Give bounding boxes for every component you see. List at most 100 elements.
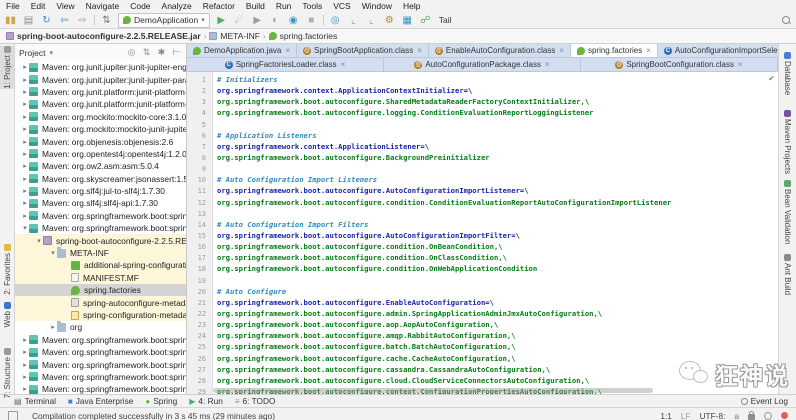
tree-chevron-icon[interactable]: ▸ — [21, 150, 29, 158]
tree-item-maven-org-springframework-boot-spring[interactable]: ▸Maven: org.springframework.boot:spring — [15, 334, 186, 346]
tree-item-spring-autoconfigure-metadat[interactable]: spring-autoconfigure-metadat — [15, 296, 186, 308]
open-folder-icon[interactable]: ▮▮ — [4, 14, 17, 27]
breadcrumb-item[interactable]: spring.factories — [269, 31, 338, 41]
attach-process-button[interactable]: ◉ — [287, 14, 300, 27]
chevron-down-icon[interactable]: ▾ — [49, 49, 53, 57]
tree-item-maven-org-springframework-boot-spring[interactable]: ▸Maven: org.springframework.boot:spring — [15, 210, 186, 222]
tree-item-maven-org-springframework-boot-spring[interactable]: ▸Maven: org.springframework.boot:spring — [15, 358, 186, 370]
project-panel-title[interactable]: Project — [19, 48, 45, 58]
notification-dot-icon[interactable] — [781, 412, 788, 419]
close-icon[interactable]: × — [285, 46, 290, 55]
tree-item-maven-org-skyscreamer-jsonassert-1-5-0[interactable]: ▸Maven: org.skyscreamer:jsonassert:1.5.0 — [15, 173, 186, 185]
readonly-lock-icon[interactable] — [748, 414, 755, 420]
tree-chevron-icon[interactable]: ▸ — [21, 76, 29, 84]
close-icon[interactable]: × — [545, 60, 550, 69]
tree-item-maven-org-slf4j-slf4j-api-1-7-30[interactable]: ▸Maven: org.slf4j:slf4j-api:1.7.30 — [15, 197, 186, 209]
event-log-button[interactable]: Event Log — [741, 396, 788, 406]
line-separator[interactable]: LF — [681, 411, 691, 420]
build-artifact-icon[interactable]: ⌞ — [347, 14, 360, 27]
menu-vcs[interactable]: VCS — [333, 1, 350, 11]
tool-window-button-7-structure[interactable]: 7: Structure — [0, 348, 14, 398]
tree-item-spring-configuration-metadata[interactable]: spring-configuration-metadata — [15, 309, 186, 321]
coverage-icon[interactable]: ◎ — [329, 14, 342, 27]
tool-window-button-2-favorites[interactable]: 2: Favorites — [0, 244, 14, 295]
editor-tab-autoconfigurationpackage-class[interactable]: @AutoConfigurationPackage.class× — [384, 58, 581, 71]
tree-chevron-icon[interactable]: ▾ — [35, 237, 43, 245]
tool-window-button-spring[interactable]: ●Spring — [145, 396, 177, 406]
tree-item-maven-org-junit-jupiter-junit-jupiter-pa[interactable]: ▸Maven: org.junit.jupiter:junit-jupiter-… — [15, 73, 186, 85]
tree-item-maven-org-objenesis-objenesis-2-6[interactable]: ▸Maven: org.objenesis:objenesis:2.6 — [15, 135, 186, 147]
tree-item-maven-org-junit-platform-junit-platform-[interactable]: ▸Maven: org.junit.platform:junit-platfor… — [15, 98, 186, 110]
editor[interactable]: 1# Initializers2org.springframework.cont… — [187, 72, 778, 394]
forward-icon[interactable]: ⇨ — [76, 14, 89, 27]
menu-build[interactable]: Build — [246, 1, 265, 11]
collapse-all-icon[interactable]: ⇅ — [141, 47, 152, 58]
tree-item-maven-org-mockito-mockito-core-3-1-0[interactable]: ▸Maven: org.mockito:mockito-core:3.1.0 — [15, 111, 186, 123]
tree-item-maven-org-junit-platform-junit-platform-[interactable]: ▸Maven: org.junit.platform:junit-platfor… — [15, 86, 186, 98]
menu-view[interactable]: View — [56, 1, 74, 11]
line-number[interactable]: 18 — [187, 264, 213, 275]
tool-window-button-database[interactable]: Database — [779, 52, 796, 95]
tree-item-org[interactable]: ▸org — [15, 321, 186, 333]
tree-chevron-icon[interactable]: ▸ — [21, 113, 29, 121]
profiler-button[interactable]: ◐ — [269, 14, 282, 27]
tree-item-maven-org-mockito-mockito-junit-jupite[interactable]: ▸Maven: org.mockito:mockito-junit-jupite — [15, 123, 186, 135]
sort-icon[interactable]: ⇅ — [100, 14, 113, 27]
tool-window-button-1-project[interactable]: 1: Project — [0, 46, 14, 89]
editor-tab-enableautoconfiguration-class[interactable]: @EnableAutoConfiguration.class× — [429, 44, 571, 57]
tool-window-button-ant-build[interactable]: Ant Build — [779, 254, 796, 295]
debug-button[interactable]: ☄ — [233, 14, 246, 27]
tool-window-button-4-run[interactable]: ▶4: Run — [189, 396, 223, 406]
close-icon[interactable]: × — [559, 46, 564, 55]
caret-position[interactable]: 1:1 — [660, 411, 672, 420]
locate-file-icon[interactable]: ◎ — [126, 47, 137, 58]
menu-help[interactable]: Help — [403, 1, 420, 11]
horizontal-scrollbar[interactable] — [213, 388, 653, 393]
save-icon[interactable]: ▤ — [22, 14, 35, 27]
close-icon[interactable]: × — [417, 46, 422, 55]
tree-item-maven-org-springframework-boot-spring[interactable]: ▸Maven: org.springframework.boot:spring — [15, 383, 186, 394]
line-number[interactable]: 29 — [187, 387, 213, 394]
tree-chevron-icon[interactable]: ▸ — [21, 361, 29, 369]
tree-item-manifest-mf[interactable]: MANIFEST.MF — [15, 272, 186, 284]
tree-chevron-icon[interactable]: ▸ — [21, 138, 29, 146]
editor-tab-springfactoriesloader-class[interactable]: CSpringFactoriesLoader.class× — [187, 58, 384, 71]
tool-window-button-web[interactable]: Web — [0, 302, 14, 327]
tree-chevron-icon[interactable]: ▸ — [21, 187, 29, 195]
close-icon[interactable]: × — [738, 60, 743, 69]
inspect-code-icon[interactable]: ⚙ — [383, 14, 396, 27]
tree-chevron-icon[interactable]: ▸ — [21, 88, 29, 96]
run-configuration-select[interactable]: DemoApplication ▾ — [118, 13, 210, 28]
menu-run[interactable]: Run — [276, 1, 292, 11]
editor-tab-springbootconfiguration-class[interactable]: @SpringBootConfiguration.class× — [581, 58, 778, 71]
tree-chevron-icon[interactable]: ▸ — [21, 125, 29, 133]
plugin-icon[interactable]: ☍ — [419, 14, 432, 27]
tree-chevron-icon[interactable]: ▾ — [49, 249, 57, 257]
tool-window-button-terminal[interactable]: ▤Terminal — [14, 396, 56, 406]
tool-window-button-bean-validation[interactable]: Bean Validation — [779, 180, 796, 244]
tool-window-button-java-enterprise[interactable]: ■Java Enterprise — [68, 396, 134, 406]
editor-tab-demoapplication-java[interactable]: DemoApplication.java× — [187, 44, 297, 57]
line-number[interactable]: 26 — [187, 354, 213, 365]
inspection-ok-icon[interactable]: ✔ — [768, 74, 775, 83]
tree-item-maven-org-slf4j-jul-to-slf4j-1-7-30[interactable]: ▸Maven: org.slf4j:jul-to-slf4j:1.7.30 — [15, 185, 186, 197]
tree-chevron-icon[interactable]: ▸ — [21, 63, 29, 71]
tree-item-maven-org-junit-jupiter-junit-jupiter-en[interactable]: ▸Maven: org.junit.jupiter:junit-jupiter-… — [15, 61, 186, 73]
tree-item-maven-org-opentest4j-opentest4j-1-2-0[interactable]: ▸Maven: org.opentest4j:opentest4j:1.2.0 — [15, 148, 186, 160]
menu-analyze[interactable]: Analyze — [162, 1, 192, 11]
menu-refactor[interactable]: Refactor — [203, 1, 235, 11]
tree-chevron-icon[interactable]: ▸ — [21, 336, 29, 344]
tool-window-button-maven-projects[interactable]: Maven Projects — [779, 110, 796, 174]
tree-chevron-icon[interactable]: ▸ — [21, 385, 29, 393]
tree-chevron-icon[interactable]: ▸ — [21, 100, 29, 108]
close-icon[interactable]: × — [646, 46, 651, 55]
tree-item-maven-org-springframework-boot-spring[interactable]: ▸Maven: org.springframework.boot:spring — [15, 346, 186, 358]
tree-chevron-icon[interactable]: ▸ — [21, 162, 29, 170]
tree-chevron-icon[interactable]: ▸ — [21, 373, 29, 381]
inspections-icon[interactable] — [764, 412, 772, 420]
search-everywhere-icon[interactable] — [781, 15, 792, 26]
tree-item-maven-org-springframework-boot-spring[interactable]: ▸Maven: org.springframework.boot:spring — [15, 371, 186, 383]
line-number[interactable]: 4 — [187, 108, 213, 119]
tree-item-spring-factories[interactable]: spring.factories — [15, 284, 186, 296]
tree-item-maven-org-ow2-asm-asm-5-0-4[interactable]: ▸Maven: org.ow2.asm:asm:5.0.4 — [15, 160, 186, 172]
